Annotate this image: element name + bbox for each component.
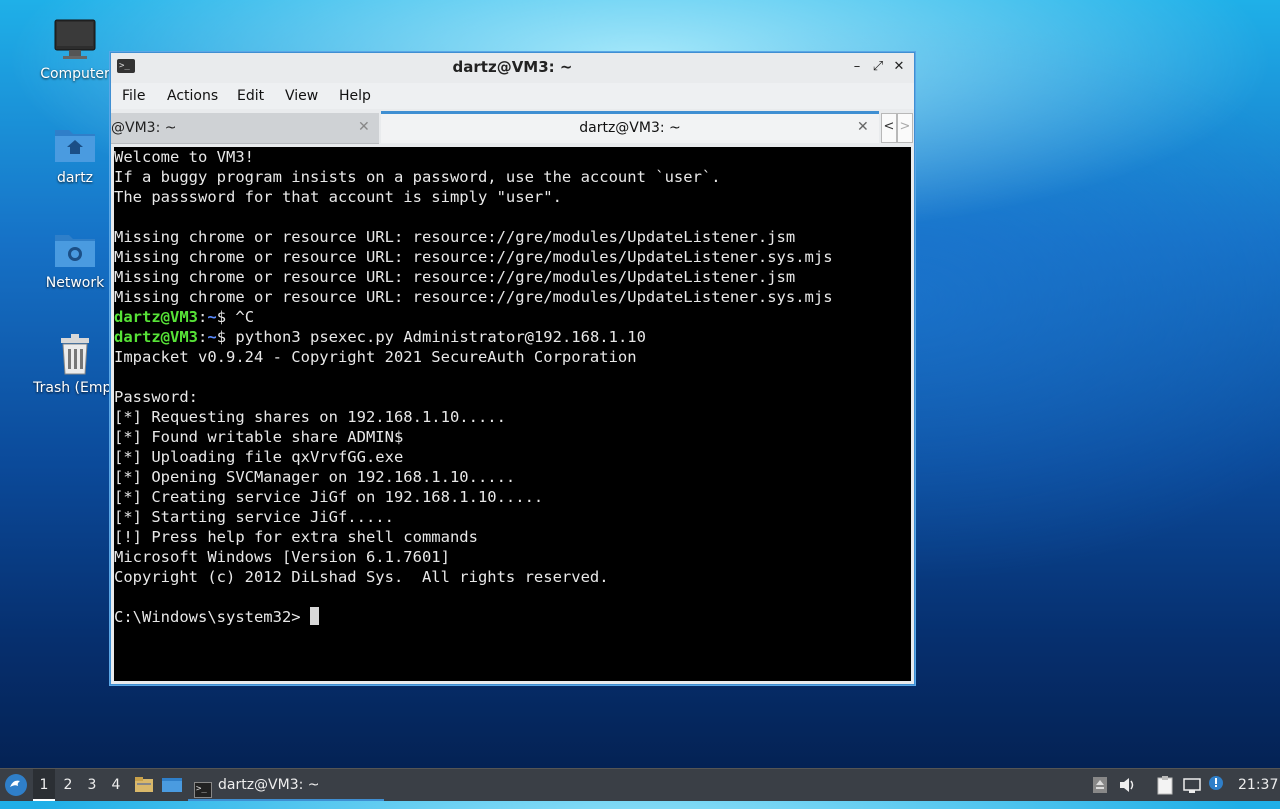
windows-prompt-line[interactable]: C:\Windows\system32> [114, 607, 911, 627]
menu-file[interactable]: File [122, 88, 145, 104]
file-manager-icon [135, 777, 153, 792]
workspace-3[interactable]: 3 [81, 769, 103, 801]
workspace-4[interactable]: 4 [105, 769, 127, 801]
terminal-line: The passsword for that account is simply… [114, 188, 562, 206]
minimize-button[interactable]: – [847, 57, 867, 77]
text-cursor [309, 607, 319, 625]
task-label: dartz@VM3: ~ [218, 777, 320, 793]
terminal-line: [!] Press help for extra shell commands [114, 528, 478, 546]
terminal-line: Missing chrome or resource URL: resource… [114, 268, 796, 286]
windows-prompt: C:\Windows\system32> [114, 608, 310, 626]
command-text: ^C [235, 308, 255, 326]
clipboard-icon[interactable] [1155, 775, 1175, 795]
terminal-line: Missing chrome or resource URL: resource… [114, 248, 833, 266]
notification-icon[interactable] [1208, 775, 1228, 795]
workspace-1[interactable]: 1 [33, 769, 55, 801]
terminal-line: Missing chrome or resource URL: resource… [114, 288, 833, 306]
desktop-icon [162, 778, 182, 792]
tab-label: @VM3: ~ [111, 120, 177, 136]
tab-label: dartz@VM3: ~ [579, 120, 681, 136]
terminal-line: [*] Requesting shares on 192.168.1.10...… [114, 408, 506, 426]
trash-icon [61, 334, 89, 375]
app-menu-icon [5, 774, 27, 796]
close-button[interactable]: ✕ [889, 57, 909, 77]
desktop-icon-label: Computer [40, 66, 110, 82]
terminal-line: [*] Uploading file qxVrvfGG.exe [114, 448, 404, 466]
desktop-icon-network[interactable]: Network [27, 227, 123, 291]
terminal-window[interactable]: >_ dartz@VM3: ~ – ⤢ ✕ File Actions Edit … [110, 52, 915, 685]
prompt-user: dartz@VM3 [114, 328, 198, 346]
tab-close-icon[interactable]: ✕ [857, 119, 869, 135]
tab-bar: @VM3: ~ ✕ dartz@VM3: ~ ✕ < > [111, 111, 914, 144]
prompt-separator: : [198, 308, 208, 326]
workspace-2[interactable]: 2 [57, 769, 79, 801]
prompt-user: dartz@VM3 [114, 308, 198, 326]
desktop-icon-computer[interactable]: Computer [27, 18, 123, 82]
menu-help[interactable]: Help [339, 88, 371, 104]
monitor-icon [54, 19, 96, 59]
menu-view[interactable]: View [285, 88, 318, 104]
desktop-icon-trash[interactable]: Trash (Empt [27, 332, 123, 396]
taskbar-task-terminal[interactable]: >_ dartz@VM3: ~ [188, 769, 384, 801]
home-folder-icon [55, 130, 95, 162]
tab-active[interactable]: dartz@VM3: ~ ✕ [381, 111, 879, 143]
desktop-icon-label: Network [45, 275, 105, 291]
tab-prev-button[interactable]: < [881, 113, 897, 143]
desktop-icon-label: dartz [56, 170, 94, 186]
terminal-line: Missing chrome or resource URL: resource… [114, 228, 796, 246]
maximize-button[interactable]: ⤢ [868, 57, 888, 77]
terminal-line: [*] Starting service JiGf..... [114, 508, 394, 526]
prompt-line: dartz@VM3:~$ python3 psexec.py Administr… [114, 327, 911, 347]
terminal-line: If a buggy program insists on a password… [114, 168, 721, 186]
app-menu-button[interactable] [4, 769, 30, 801]
clock[interactable]: 21:37 [1238, 769, 1278, 801]
tab-next-button[interactable]: > [897, 113, 913, 143]
terminal-line: Copyright (c) 2012 DiLshad Sys. All righ… [114, 568, 609, 586]
prompt-separator: : [198, 328, 208, 346]
window-title: dartz@VM3: ~ [452, 58, 573, 76]
terminal-line: Impacket v0.9.24 - Copyright 2021 Secure… [114, 348, 637, 366]
title-bar[interactable]: >_ dartz@VM3: ~ – ⤢ ✕ [111, 53, 914, 81]
tab-inactive[interactable]: @VM3: ~ ✕ [111, 113, 379, 144]
terminal-output[interactable]: Welcome to VM3! If a buggy program insis… [114, 147, 911, 681]
terminal-line: [*] Opening SVCManager on 192.168.1.10..… [114, 468, 516, 486]
prompt-path: ~ [207, 328, 217, 346]
show-desktop-button[interactable] [161, 769, 183, 801]
eject-icon[interactable] [1090, 775, 1110, 795]
prompt-dollar: $ [216, 308, 236, 326]
terminal-line: [*] Creating service JiGf on 192.168.1.1… [114, 488, 544, 506]
prompt-line: dartz@VM3:~$ ^C [114, 307, 911, 327]
command-text: python3 psexec.py Administrator@192.168.… [235, 328, 646, 346]
terminal-line: Welcome to VM3! [114, 148, 254, 166]
network-folder-icon [55, 235, 95, 267]
file-manager-launcher[interactable] [134, 769, 156, 801]
menu-actions[interactable]: Actions [167, 88, 218, 104]
terminal-line: Password: [114, 388, 198, 406]
terminal-line: Microsoft Windows [Version 6.1.7601] [114, 548, 450, 566]
network-icon[interactable] [1182, 775, 1202, 795]
tab-close-icon[interactable]: ✕ [358, 119, 370, 135]
menu-bar: File Actions Edit View Help [111, 83, 914, 109]
prompt-dollar: $ [216, 328, 236, 346]
terminal-icon: >_ [194, 782, 212, 798]
desktop-icon-label: Trash (Empt [33, 380, 117, 396]
prompt-path: ~ [207, 308, 217, 326]
menu-edit[interactable]: Edit [237, 88, 264, 104]
desktop-icon-home[interactable]: dartz [27, 122, 123, 186]
volume-icon[interactable] [1117, 775, 1137, 795]
taskbar: 1 2 3 4 >_ dartz@VM3: ~ 21:37 [0, 768, 1280, 801]
terminal-line: [*] Found writable share ADMIN$ [114, 428, 404, 446]
